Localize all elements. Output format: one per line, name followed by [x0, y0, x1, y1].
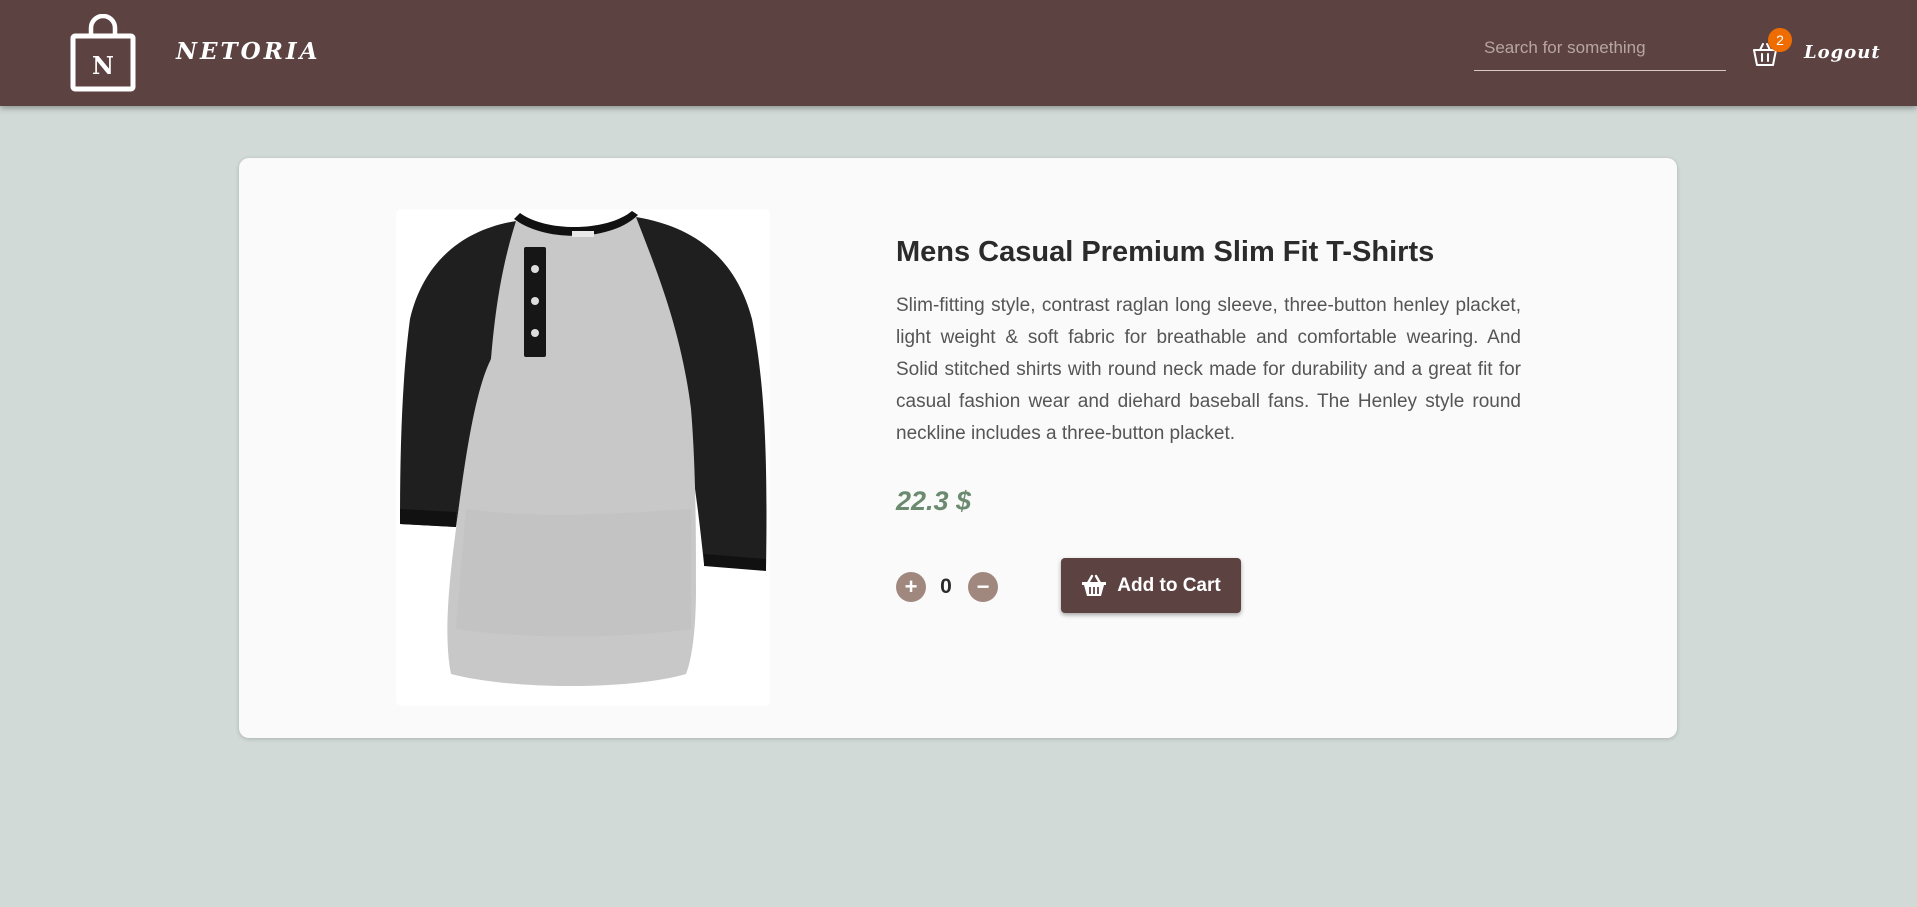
- basket-icon: [1082, 574, 1107, 596]
- product-description: Slim-fitting style, contrast raglan long…: [896, 295, 1521, 444]
- logout-link[interactable]: Logout: [1804, 42, 1881, 63]
- quantity-value: 0: [940, 575, 952, 598]
- cart-count-badge: 2: [1768, 28, 1792, 52]
- quantity-decrease-button[interactable]: −: [968, 572, 998, 602]
- search-box: [1474, 30, 1726, 71]
- add-to-cart-button[interactable]: Add to Cart: [1061, 558, 1241, 613]
- search-input[interactable]: [1474, 30, 1726, 66]
- shopping-bag-logo-icon[interactable]: N: [70, 14, 136, 92]
- brand-name[interactable]: NETORIA: [176, 38, 320, 65]
- product-image: [396, 209, 770, 706]
- product-price: 22.3 $: [896, 486, 972, 516]
- quantity-increase-button[interactable]: +: [896, 572, 926, 602]
- product-title: Mens Casual Premium Slim Fit T-Shirts: [896, 236, 1435, 268]
- logo-letter: N: [92, 51, 114, 80]
- top-navbar: N NETORIA 2 Logout: [0, 0, 1917, 106]
- add-to-cart-label: Add to Cart: [1117, 574, 1221, 596]
